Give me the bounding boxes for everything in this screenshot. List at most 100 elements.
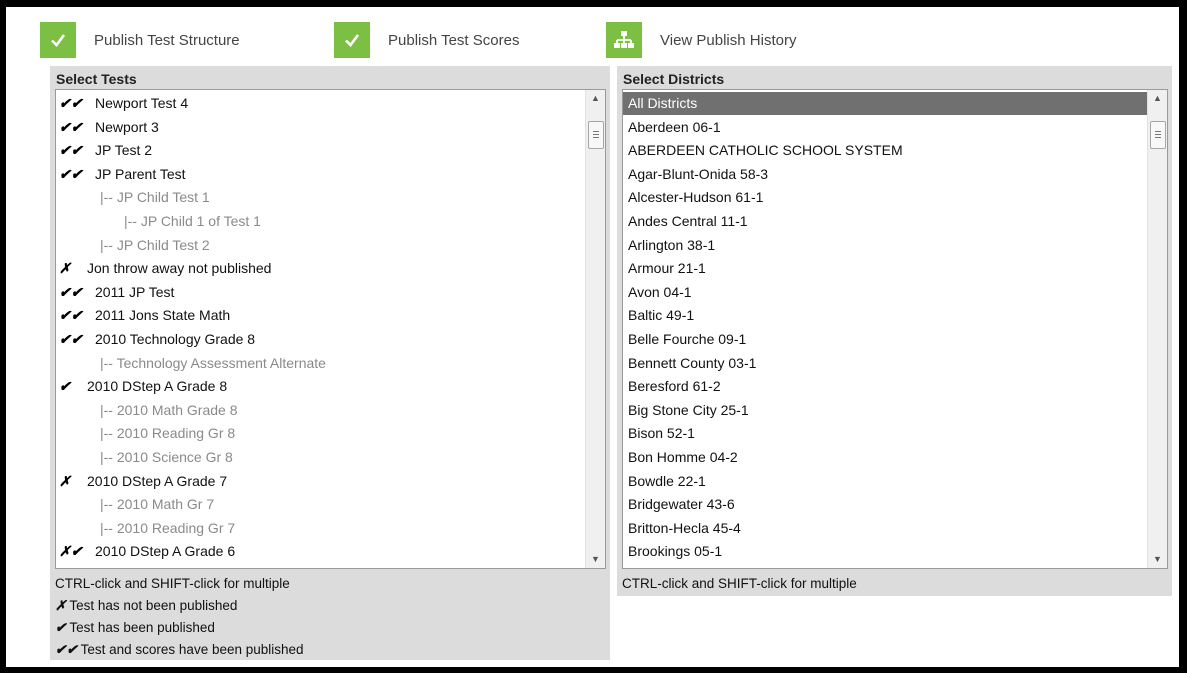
test-list-item[interactable]: |-- 2010 Science Gr 8 xyxy=(56,446,585,469)
test-label: |-- JP Child Test 1 xyxy=(100,189,210,206)
district-list-item[interactable]: Alcester-Hudson 61-1 xyxy=(623,186,1147,209)
scroll-up-icon[interactable]: ▲ xyxy=(1148,90,1167,107)
publish-status-icon: ✔ xyxy=(59,378,71,395)
scroll-thumb[interactable] xyxy=(588,121,604,149)
publish-status-icon: ✔✔ xyxy=(59,331,83,347)
select-districts-panel: Select Districts All Districts Aberdeen 0… xyxy=(617,66,1172,596)
test-list-item[interactable]: |-- JP Child Test 2 xyxy=(56,234,585,257)
tests-help-text: CTRL-click and SHIFT-click for multiple xyxy=(55,576,290,591)
district-list-item[interactable]: Bon Homme 04-2 xyxy=(623,446,1147,469)
legend-test-published: ✔ Test has been published xyxy=(55,620,215,635)
publish-window: Publish Test Structure Publish Test Scor… xyxy=(6,7,1179,667)
district-list-item[interactable]: Avon 04-1 xyxy=(623,281,1147,304)
district-list-item[interactable]: ABERDEEN CATHOLIC SCHOOL SYSTEM xyxy=(623,139,1147,162)
test-list-item[interactable]: |-- 2010 Math Grade 8 xyxy=(56,399,585,422)
select-districts-title: Select Districts xyxy=(623,71,725,87)
test-label: 2010 DStep A Grade 8 xyxy=(87,378,228,395)
district-list-item[interactable]: Brookings 05-1 xyxy=(623,540,1147,563)
test-label: 2011 Jons State Math xyxy=(95,307,231,324)
district-list-item[interactable]: Britton-Hecla 45-4 xyxy=(623,517,1147,540)
publish-status-icon: ✔✔ xyxy=(59,283,83,300)
district-item-all[interactable]: All Districts xyxy=(623,92,1147,115)
test-list-item[interactable]: |-- 2010 Reading Gr 7 xyxy=(56,517,585,540)
test-list-item[interactable]: ✗ 2010 DStep A Grade 7 xyxy=(56,470,585,493)
scroll-down-icon[interactable]: ▼ xyxy=(1148,551,1167,568)
test-label: |-- Technology Assessment Alternate xyxy=(100,354,326,371)
district-list-item[interactable]: Bison 52-1 xyxy=(623,422,1147,445)
test-label: JP Parent Test xyxy=(95,165,186,182)
publish-test-structure-button[interactable]: Publish Test Structure xyxy=(40,22,240,58)
test-list-item[interactable]: |-- 2010 Reading Gr 8 xyxy=(56,422,585,445)
test-label: |-- 2010 Science Gr 8 xyxy=(100,449,233,465)
publish-status-icon: ✗ xyxy=(59,260,71,277)
scroll-up-icon[interactable]: ▲ xyxy=(586,90,605,107)
test-list-item[interactable]: ✔✔ Newport Test 4 xyxy=(56,92,585,115)
legend-scores-published: ✔✔ Test and scores have been published xyxy=(55,642,304,657)
test-label: |-- 2010 Math Grade 8 xyxy=(100,401,238,418)
test-label: |-- 2010 Math Gr 7 xyxy=(100,496,215,513)
scroll-down-icon[interactable]: ▼ xyxy=(586,551,605,568)
checkmark-icon xyxy=(334,22,370,58)
test-label: Jon throw away not published xyxy=(87,260,272,277)
test-label: |-- JP Child Test 2 xyxy=(100,236,210,253)
check-icon: ✔ xyxy=(55,620,67,635)
scroll-thumb[interactable] xyxy=(1150,121,1166,149)
district-list-item[interactable]: Big Stone City 25-1 xyxy=(623,399,1147,422)
publish-status-icon: ✔✔ xyxy=(59,307,83,324)
view-publish-history-label: View Publish History xyxy=(660,31,797,49)
district-list-item[interactable]: Beresford 61-2 xyxy=(623,375,1147,398)
district-list-item[interactable]: Belle Fourche 09-1 xyxy=(623,328,1147,351)
test-label: Newport 3 xyxy=(95,118,159,135)
test-label: 2010 Technology Grade 8 xyxy=(95,331,256,347)
test-list-item[interactable]: ✔✔ JP Test 2 xyxy=(56,139,585,162)
test-label: JP Test 2 xyxy=(95,142,153,159)
test-list-item[interactable]: ✔✔ Newport 3 xyxy=(56,116,585,139)
publish-status-icon: ✔✔ xyxy=(59,142,83,159)
district-list-item[interactable]: Agar-Blunt-Onida 58-3 xyxy=(623,163,1147,186)
districts-listbox[interactable]: All Districts Aberdeen 06-1 ABERDEEN CATHO… xyxy=(622,89,1168,569)
test-label: |-- 2010 Reading Gr 8 xyxy=(100,425,236,442)
test-label: |-- JP Child 1 of Test 1 xyxy=(124,213,261,229)
publish-test-scores-button[interactable]: Publish Test Scores xyxy=(334,22,519,58)
district-list-item[interactable]: Armour 21-1 xyxy=(623,257,1147,280)
test-list-item[interactable]: |-- 2010 Math Gr 7 xyxy=(56,493,585,516)
tests-scrollbar[interactable]: ▲ ▼ xyxy=(585,90,605,568)
publish-test-structure-label: Publish Test Structure xyxy=(94,31,240,49)
checkmark-icon xyxy=(40,22,76,58)
districts-help-text: CTRL-click and SHIFT-click for multiple xyxy=(622,576,857,591)
district-list-item[interactable]: Bennett County 03-1 xyxy=(623,352,1147,375)
test-list-item[interactable]: ✔✔ 2011 Jons State Math xyxy=(56,304,585,327)
publish-status-icon: ✗ xyxy=(59,472,71,489)
test-label: Newport Test 4 xyxy=(95,95,189,111)
test-label: 2010 DStep A Grade 6 xyxy=(95,543,236,560)
district-list-item[interactable]: Aberdeen 06-1 xyxy=(623,116,1147,139)
test-list-item[interactable]: |-- JP Child Test 1 xyxy=(56,186,585,209)
test-list-item[interactable]: ✗ Jon throw away not published xyxy=(56,257,585,280)
test-list-item[interactable]: ✔✔ JP Parent Test xyxy=(56,163,585,186)
double-check-icon: ✔✔ xyxy=(55,642,78,657)
legend-not-published: ✗ Test has not been published xyxy=(55,598,238,613)
test-list-item[interactable]: ✔ 2010 DStep A Grade 8 xyxy=(56,375,585,398)
district-list-item[interactable]: Bridgewater 43-6 xyxy=(623,493,1147,516)
test-label: |-- 2010 Reading Gr 7 xyxy=(100,519,236,536)
district-list-item[interactable]: Baltic 49-1 xyxy=(623,304,1147,327)
test-list-item[interactable]: ✗✔ 2010 DStep A Grade 6 xyxy=(56,540,585,563)
test-label: 2011 JP Test xyxy=(95,283,175,300)
view-publish-history-button[interactable]: View Publish History xyxy=(606,22,796,58)
hierarchy-icon xyxy=(606,22,642,58)
publish-status-icon: ✗✔ xyxy=(59,543,83,560)
test-label: 2010 DStep A Grade 7 xyxy=(87,472,228,489)
select-tests-title: Select Tests xyxy=(56,71,137,87)
select-tests-panel: Select Tests ✔✔ Newport Test 4 ✔✔ Newport 3… xyxy=(50,66,610,660)
districts-scrollbar[interactable]: ▲ ▼ xyxy=(1147,90,1167,568)
tests-listbox[interactable]: ✔✔ Newport Test 4 ✔✔ Newport 3 ✔✔ JP Test 2 ✔✔… xyxy=(55,89,606,569)
test-list-item[interactable]: |-- Technology Assessment Alternate xyxy=(56,352,585,375)
publish-status-icon: ✔✔ xyxy=(59,118,83,135)
publish-status-icon: ✔✔ xyxy=(59,165,83,182)
district-list-item[interactable]: Bowdle 22-1 xyxy=(623,470,1147,493)
test-list-item[interactable]: ✔✔ 2010 Technology Grade 8 xyxy=(56,328,585,351)
district-list-item[interactable]: Andes Central 11-1 xyxy=(623,210,1147,233)
district-list-item[interactable]: Arlington 38-1 xyxy=(623,234,1147,257)
test-list-item[interactable]: |-- JP Child 1 of Test 1 xyxy=(56,210,585,233)
test-list-item[interactable]: ✔✔ 2011 JP Test xyxy=(56,281,585,304)
